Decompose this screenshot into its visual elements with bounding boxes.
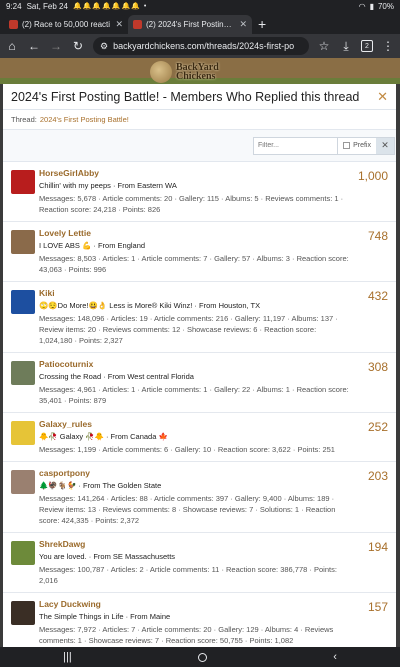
site-favicon-icon xyxy=(9,20,18,29)
thread-line: Thread: 2024's First Posting Battle! xyxy=(3,110,396,130)
avatar[interactable] xyxy=(11,230,35,254)
member-title: 🙄😌Do More!😃👌 Less is More® Kiki Winz! · … xyxy=(39,301,261,310)
avatar[interactable] xyxy=(11,541,35,565)
site-settings-icon[interactable]: ⚙ xyxy=(100,41,108,52)
member-title: Chillin' with my peeps · From Eastern WA xyxy=(39,181,177,190)
address-bar: ⌂ ← → ↻ ⚙ backyardchickens.com/threads/2… xyxy=(0,34,400,58)
member-reply-count: 203 xyxy=(367,469,388,483)
new-tab-icon[interactable]: + xyxy=(258,16,266,32)
status-date: Sat, Feb 24 xyxy=(26,1,68,11)
member-reply-count: 157 xyxy=(367,600,388,614)
tab-title: (2) Race to 50,000 reacti xyxy=(22,20,111,29)
avatar[interactable] xyxy=(11,361,35,385)
member-row: Galaxy_rules 🐥🥀 Galaxy 🥀🐥 · From Canada … xyxy=(3,413,396,462)
avatar[interactable] xyxy=(11,421,35,445)
member-stats: Messages: 148,096 · Articles: 19 · Artic… xyxy=(39,314,338,345)
member-name[interactable]: Galaxy_rules xyxy=(39,419,388,429)
thread-link[interactable]: 2024's First Posting Battle! xyxy=(40,115,129,124)
member-title: Crossing the Road · From West central Fl… xyxy=(39,372,194,381)
battery-level: 70% xyxy=(377,1,394,11)
member-name[interactable]: Kiki xyxy=(39,288,388,298)
member-row: Lacy Duckwing The Simple Things in Life … xyxy=(3,593,396,647)
chicken-logo-icon xyxy=(150,61,172,83)
member-row: HorseGirlAbby Chillin' with my peeps · F… xyxy=(3,162,396,222)
site-header: BackYard Chickens xyxy=(0,58,400,84)
bookmark-star-icon[interactable]: ☆ xyxy=(317,39,331,53)
member-row: Lovely Lettie I LOVE ABS 💪 · From Englan… xyxy=(3,222,396,282)
back-chevron-icon[interactable]: ‹ xyxy=(333,651,337,663)
member-row: Kiki 🙄😌Do More!😃👌 Less is More® Kiki Win… xyxy=(3,282,396,353)
prefix-toggle[interactable]: Prefix xyxy=(337,137,376,154)
member-reply-count: 1,000 xyxy=(357,169,388,183)
close-icon[interactable]: ✕ xyxy=(377,89,388,105)
logo-line-2: Chickens xyxy=(176,71,216,82)
forward-icon[interactable]: → xyxy=(49,39,63,53)
member-name[interactable]: HorseGirlAbby xyxy=(39,168,388,178)
notification-icons: 🔔🔔🔔🔔🔔🔔🔔 • xyxy=(72,3,148,10)
member-name[interactable]: ShrekDawg xyxy=(39,539,388,549)
home-icon[interactable]: ⌂ xyxy=(5,39,19,53)
member-stats: Messages: 100,787 · Articles: 2 · Articl… xyxy=(39,565,337,585)
member-name[interactable]: casportpony xyxy=(39,468,388,478)
avatar[interactable] xyxy=(11,601,35,625)
member-list: HorseGirlAbby Chillin' with my peeps · F… xyxy=(3,162,396,647)
status-bar: 9:24 Sat, Feb 24 🔔🔔🔔🔔🔔🔔🔔 • ◠ ▮ 70% xyxy=(0,0,400,12)
prefix-label: Prefix xyxy=(353,142,371,149)
member-stats: Messages: 5,678 · Article comments: 20 ·… xyxy=(39,194,344,214)
member-stats: Messages: 141,264 · Articles: 88 · Artic… xyxy=(39,494,336,525)
clear-filter-icon[interactable]: ✕ xyxy=(376,137,394,154)
member-name[interactable]: Patiocoturnix xyxy=(39,359,388,369)
tab-switcher-button[interactable]: 2 xyxy=(361,40,373,52)
url-field[interactable]: ⚙ backyardchickens.com/threads/2024s-fir… xyxy=(93,37,309,55)
member-title: 🐥🥀 Galaxy 🥀🐥 · From Canada 🍁 xyxy=(39,432,168,441)
member-reply-count: 432 xyxy=(367,289,388,303)
reload-icon[interactable]: ↻ xyxy=(71,39,85,53)
prefix-checkbox[interactable] xyxy=(343,142,351,149)
browser-tab-0[interactable]: (2) Race to 50,000 reacti ✕ xyxy=(4,15,128,34)
member-title: 🌲🦃🐐🐓 · From The Golden State xyxy=(39,481,162,490)
avatar[interactable] xyxy=(11,170,35,194)
member-stats: Messages: 8,503 · Articles: 1 · Article … xyxy=(39,254,349,274)
site-favicon-icon xyxy=(133,20,142,29)
close-tab-icon[interactable]: ✕ xyxy=(115,19,123,30)
system-nav-bar: ||| ‹ xyxy=(0,647,400,667)
member-reply-count: 308 xyxy=(367,360,388,374)
member-row: Patiocoturnix Crossing the Road · From W… xyxy=(3,353,396,413)
members-replied-dialog: 2024's First Posting Battle! - Members W… xyxy=(3,84,396,647)
member-row: ShrekDawg You are loved. · From SE Massa… xyxy=(3,533,396,593)
filter-row: Prefix ✕ xyxy=(3,130,396,162)
home-circle-icon[interactable] xyxy=(197,652,207,662)
browser-tab-1[interactable]: (2) 2024's First Posting B ✕ xyxy=(128,15,252,34)
member-name[interactable]: Lacy Duckwing xyxy=(39,599,388,609)
status-time: 9:24 xyxy=(6,1,22,11)
wifi-icon: ◠ xyxy=(358,1,366,11)
member-title: The Simple Things in Life · From Maine xyxy=(39,612,171,621)
member-title: I LOVE ABS 💪 · From England xyxy=(39,241,146,250)
tab-title: (2) 2024's First Posting B xyxy=(146,20,236,29)
member-stats: Messages: 7,972 · Articles: 7 · Article … xyxy=(39,625,334,645)
filter-input[interactable] xyxy=(254,137,338,154)
member-stats: Messages: 4,961 · Articles: 1 · Article … xyxy=(39,385,349,405)
avatar[interactable] xyxy=(11,470,35,494)
member-reply-count: 252 xyxy=(367,420,388,434)
dialog-title: 2024's First Posting Battle! - Members W… xyxy=(11,89,360,104)
member-reply-count: 194 xyxy=(367,540,388,554)
thread-label: Thread: xyxy=(11,115,37,124)
member-title: You are loved. · From SE Massachusetts xyxy=(39,552,176,561)
tab-strip: (2) Race to 50,000 reacti ✕ (2) 2024's F… xyxy=(0,12,400,34)
member-row: casportpony 🌲🦃🐐🐓 · From The Golden State… xyxy=(3,462,396,533)
battery-icon: ▮ xyxy=(369,1,374,11)
member-stats: Messages: 1,199 · Article comments: 6 · … xyxy=(39,445,335,454)
back-icon[interactable]: ← xyxy=(27,39,41,53)
filter-box: Prefix ✕ xyxy=(253,136,395,155)
close-tab-icon[interactable]: ✕ xyxy=(239,19,247,30)
avatar[interactable] xyxy=(11,290,35,314)
more-menu-icon[interactable]: ⋮ xyxy=(381,39,395,53)
member-reply-count: 748 xyxy=(367,229,388,243)
url-text: backyardchickens.com/threads/2024s-first… xyxy=(113,41,295,51)
recent-apps-icon[interactable]: ||| xyxy=(63,651,72,663)
site-logo[interactable]: BackYard Chickens xyxy=(150,61,219,83)
member-name[interactable]: Lovely Lettie xyxy=(39,228,388,238)
download-icon[interactable]: ⤓ xyxy=(339,39,353,54)
